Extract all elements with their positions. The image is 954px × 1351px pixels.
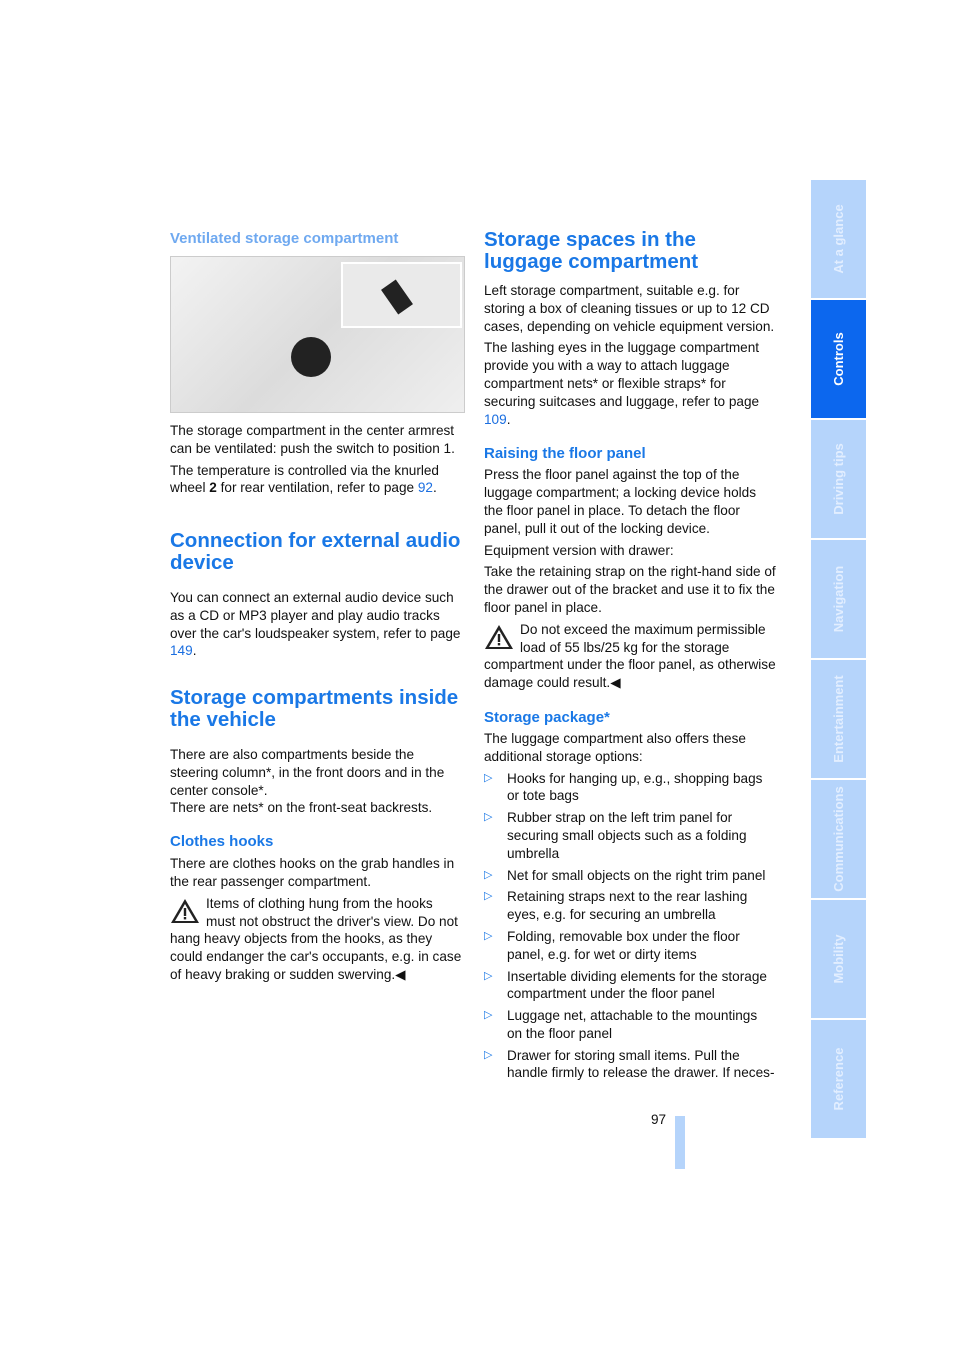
audio-section: Connection for external audio device You… bbox=[170, 530, 463, 664]
list-item: ▷ Folding, removable box under the floor … bbox=[484, 928, 776, 964]
warning-icon bbox=[170, 896, 200, 925]
list-item: ▷ Net for small objects on the right trim… bbox=[484, 867, 776, 885]
vent-text: The storage compartment in the center ar… bbox=[170, 422, 463, 501]
text: for rear ventilation, refer to page bbox=[216, 480, 418, 496]
tab-label: Controls bbox=[830, 332, 846, 386]
inside-paragraph-2: There are nets* on the front-seat backre… bbox=[170, 800, 433, 816]
luggage-section: Storage spaces in the luggage compartmen… bbox=[484, 229, 776, 1086]
page-number: 97 bbox=[651, 1112, 667, 1127]
vent-heading: Ventilated storage compartment bbox=[170, 230, 399, 247]
tab-label: At a glance bbox=[830, 204, 846, 274]
vent-paragraph-1: The storage compartment in the center ar… bbox=[170, 423, 455, 456]
text: You can connect an external audio device… bbox=[170, 590, 461, 641]
audio-paragraph: You can connect an external audio device… bbox=[170, 590, 461, 659]
package-heading: Storage package* bbox=[484, 708, 610, 726]
switch-inset bbox=[341, 262, 462, 328]
luggage-heading: Storage spaces in the luggage compartmen… bbox=[484, 228, 699, 273]
text: The lashing eyes in the luggage compartm… bbox=[484, 340, 760, 409]
inside-section: Storage compartments inside the vehicle … bbox=[170, 687, 463, 988]
text: Net for small objects on the right trim … bbox=[507, 867, 766, 883]
tab-label: Navigation bbox=[830, 565, 846, 633]
vent-paragraph-2: The temperature is controlled via the kn… bbox=[170, 462, 439, 496]
triangle-bullet-icon: ▷ bbox=[484, 1009, 493, 1022]
package-list: ▷ Hooks for hanging up, e.g., shopping ba… bbox=[484, 770, 776, 1083]
vent-heading-block: Ventilated storage compartment bbox=[170, 230, 463, 248]
manual-page: Ventilated storage compartment The stora… bbox=[0, 0, 954, 1351]
tab-label: Mobility bbox=[830, 934, 846, 984]
list-item: ▷ Luggage net, attachable to the mounting… bbox=[484, 1007, 776, 1043]
text: Hooks for hanging up, e.g., shopping bag… bbox=[507, 770, 763, 804]
luggage-paragraph-2: The lashing eyes in the luggage compartm… bbox=[484, 340, 760, 427]
tab-controls[interactable]: Controls bbox=[811, 300, 866, 418]
page-link-92[interactable]: 92 bbox=[418, 480, 433, 495]
tab-mobility[interactable]: Mobility bbox=[811, 900, 866, 1018]
floor-heading: Raising the floor panel bbox=[484, 445, 646, 463]
tab-reference[interactable]: Reference bbox=[811, 1020, 866, 1138]
page-link-149[interactable]: 149 bbox=[170, 643, 193, 658]
page-marker-bar bbox=[675, 1116, 685, 1169]
text: Luggage net, attachable to the mountings… bbox=[507, 1008, 758, 1041]
tab-entertainment[interactable]: Entertainment bbox=[811, 660, 866, 778]
switch-shape bbox=[381, 279, 413, 315]
page-link-109[interactable]: 109 bbox=[484, 412, 507, 427]
warning-icon bbox=[485, 624, 513, 649]
tab-label: Reference bbox=[830, 1047, 846, 1111]
list-item: ▷ Hooks for hanging up, e.g., shopping ba… bbox=[484, 770, 776, 806]
text: Folding, removable box under the floor p… bbox=[507, 928, 740, 962]
chapter-tabs: At a glance Controls Driving tips Naviga… bbox=[811, 180, 866, 1140]
text: Drawer for storing small items. Pull the… bbox=[507, 1047, 775, 1081]
hooks-paragraph: There are clothes hooks on the grab hand… bbox=[170, 856, 455, 889]
list-item: ▷ Retaining straps next to the rear lashi… bbox=[484, 888, 776, 924]
floor-paragraph-1: Press the floor panel against the top of… bbox=[484, 467, 757, 536]
floor-paragraph-2: Equipment version with drawer: bbox=[484, 542, 674, 558]
bold-number: 2 bbox=[209, 480, 217, 496]
text: Retaining straps next to the rear lashin… bbox=[507, 889, 748, 923]
triangle-bullet-icon: ▷ bbox=[484, 929, 493, 942]
text: Insertable dividing elements for the sto… bbox=[507, 968, 767, 1002]
tab-label: Communications bbox=[830, 786, 846, 892]
armrest-illustration bbox=[170, 256, 465, 413]
triangle-bullet-icon: ▷ bbox=[484, 771, 493, 784]
tab-at-a-glance[interactable]: At a glance bbox=[811, 180, 866, 298]
list-item: ▷ Insertable dividing elements for the st… bbox=[484, 968, 776, 1004]
text: Items of clothing hung from the hooks mu… bbox=[170, 895, 462, 982]
list-item: ▷ Drawer for storing small items. Pull th… bbox=[484, 1047, 776, 1083]
tab-label: Driving tips bbox=[830, 443, 846, 515]
triangle-bullet-icon: ▷ bbox=[484, 890, 493, 903]
tab-navigation[interactable]: Navigation bbox=[811, 540, 866, 658]
triangle-bullet-icon: ▷ bbox=[484, 969, 493, 982]
hooks-warning: Items of clothing hung from the hooks mu… bbox=[170, 895, 463, 984]
package-paragraph: The luggage compartment also offers thes… bbox=[484, 730, 746, 764]
tab-communications[interactable]: Communications bbox=[811, 780, 866, 898]
floor-paragraph-3: Take the retaining strap on the right-ha… bbox=[484, 564, 776, 615]
hooks-heading: Clothes hooks bbox=[170, 833, 274, 851]
text: Rubber strap on the left trim panel for … bbox=[507, 810, 747, 861]
triangle-bullet-icon: ▷ bbox=[484, 868, 493, 881]
text: Do not exceed the maximum permissible lo… bbox=[484, 621, 776, 691]
luggage-paragraph-1: Left storage compartment, suitable e.g. … bbox=[484, 283, 775, 334]
inside-paragraph-1: There are also compartments beside the s… bbox=[170, 747, 445, 798]
tab-label: Entertainment bbox=[830, 675, 846, 763]
floor-warning: Do not exceed the maximum permissible lo… bbox=[484, 621, 776, 692]
list-item: ▷ Rubber strap on the left trim panel for… bbox=[484, 809, 776, 862]
triangle-bullet-icon: ▷ bbox=[484, 1048, 493, 1061]
inside-heading: Storage compartments inside the vehicle bbox=[170, 686, 459, 731]
cupholder-shape bbox=[291, 337, 331, 377]
triangle-bullet-icon: ▷ bbox=[484, 811, 493, 824]
audio-heading: Connection for external audio device bbox=[170, 529, 461, 574]
tab-driving-tips[interactable]: Driving tips bbox=[811, 420, 866, 538]
